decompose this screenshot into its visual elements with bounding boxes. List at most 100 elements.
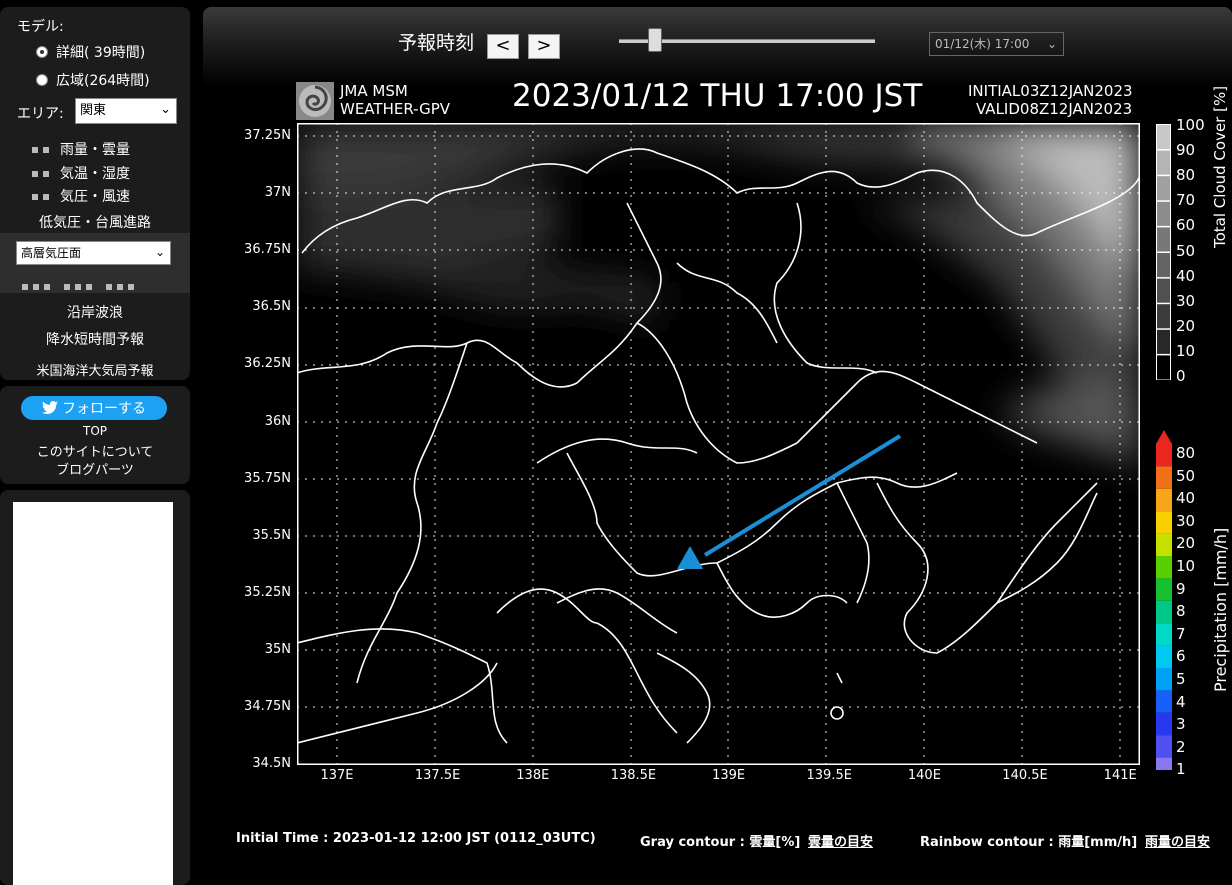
longitude-label: 141E: [1103, 768, 1137, 783]
area-label: エリア:: [17, 106, 64, 122]
precip-scale-step: [1156, 645, 1172, 668]
latitude-label: 36N: [264, 413, 291, 429]
cloud-scale-step: [1156, 149, 1171, 176]
cloud-scale-label: 90: [1176, 141, 1196, 160]
precip-scale-label: 8: [1176, 602, 1186, 621]
sidebar-panel: モデル: 詳細( 39時間) 広域(264時間) エリア: 関東 ⌄ 雨量・雲量…: [0, 7, 190, 380]
area-select[interactable]: 関東 ⌄: [75, 98, 177, 124]
chevron-down-icon: ⌄: [160, 102, 171, 117]
precip-scale-label: 40: [1176, 489, 1196, 508]
model-label: モデル:: [17, 19, 64, 35]
precip-scale-label: 5: [1176, 670, 1186, 688]
precip-scale-step: [1156, 578, 1172, 601]
precip-scale-label: 50: [1176, 466, 1196, 485]
precipitation-scale: [1156, 430, 1172, 770]
precip-scale-label: 20: [1176, 534, 1196, 553]
latitude-label: 36.25N: [244, 356, 291, 372]
latitude-label: 34.5N: [252, 756, 291, 772]
longitude-label: 140E: [907, 768, 941, 783]
cloud-scale-step: [1156, 226, 1171, 253]
valid-time-code: VALID08Z12JAN2023: [976, 100, 1133, 118]
link-short-precip[interactable]: 降水短時間予報: [0, 329, 190, 349]
cloud-scale-label: 50: [1176, 241, 1196, 260]
precip-scale-label: 3: [1176, 715, 1186, 734]
next-button[interactable]: >: [528, 34, 560, 59]
precip-scale-label: 4: [1176, 692, 1186, 711]
latitude-label: 36.5N: [252, 299, 291, 315]
link-blog-parts[interactable]: ブログパーツ: [0, 459, 190, 478]
precip-scale-step: [1156, 556, 1172, 579]
precip-scale-step: [1156, 488, 1172, 512]
model-radio-detail[interactable]: 詳細( 39時間): [36, 42, 145, 62]
rainbow-contour-legend: Rainbow contour : 雨量[mm/h]: [920, 835, 1138, 850]
radio-selected-icon[interactable]: [36, 46, 48, 58]
forecast-slider-handle[interactable]: [647, 28, 662, 52]
upper-level-select[interactable]: 高層気圧面 ⌄: [16, 241, 171, 265]
precip-scale-label: 7: [1176, 624, 1186, 643]
precip-scale-step: [1156, 735, 1172, 758]
map-datetime: 2023/01/12 THU 17:00 JST: [512, 78, 923, 114]
cloud-scale-label: 40: [1176, 266, 1196, 285]
menu-item-temp-humidity[interactable]: 気温・湿度: [32, 163, 130, 183]
cloud-scale-label: 60: [1176, 216, 1196, 235]
initial-time-footer: Initial Time : 2023-01-12 12:00 JST (011…: [236, 831, 596, 846]
radio-unselected-icon[interactable]: [36, 74, 48, 86]
precip-scale-step: [1156, 623, 1172, 646]
cloud-scale-step: [1156, 124, 1171, 151]
prev-button[interactable]: <: [487, 34, 519, 59]
follow-button[interactable]: フォローする: [21, 396, 167, 420]
time-select-value: 01/12(木) 17:00: [935, 37, 1030, 51]
jma-swirl-logo: [296, 82, 334, 120]
ad-area[interactable]: [13, 502, 173, 885]
chevron-down-icon: ⌄: [1046, 37, 1057, 51]
menu-item-label: 気圧・風速: [60, 189, 130, 205]
forecast-time-label: 予報時刻: [398, 32, 475, 54]
cloud-scale-label: 0: [1176, 367, 1186, 385]
menu-item-label: 雨量・雲量: [60, 142, 130, 158]
menu-item-pressure-wind[interactable]: 気圧・風速: [32, 186, 130, 206]
precip-scale-label: 9: [1176, 579, 1186, 598]
link-about[interactable]: このサイトについて: [0, 441, 190, 460]
bullet-icon: [32, 165, 54, 181]
latitude-label: 34.75N: [244, 699, 291, 714]
precip-scale-step: [1156, 757, 1172, 770]
menu-item-typhoon[interactable]: 低気圧・台風進路: [0, 212, 190, 232]
twitter-bird-icon: [42, 401, 58, 414]
longitude-label: 140.5E: [1002, 768, 1048, 783]
cloud-scale-label: 70: [1176, 191, 1196, 210]
cloud-scale-label: 10: [1176, 341, 1196, 360]
brand-line-2: WEATHER-GPV: [340, 100, 451, 118]
latitude-label: 37.25N: [244, 128, 291, 143]
model-radio-wide[interactable]: 広域(264時間): [36, 70, 150, 90]
brand-line-1: JMA MSM: [340, 82, 408, 100]
longitude-label: 138E: [516, 768, 550, 783]
cloud-guide-link[interactable]: 雲量の目安: [808, 831, 873, 850]
precip-scale-title: Precipitation [mm/h]: [1211, 527, 1230, 692]
link-top[interactable]: TOP: [0, 424, 190, 438]
pressure-level-dots[interactable]: [22, 275, 172, 290]
precip-scale-label: 30: [1176, 511, 1196, 530]
cloud-scale-step: [1156, 328, 1171, 355]
link-noaa[interactable]: 米国海洋大気局予報: [0, 360, 190, 379]
weather-map[interactable]: [297, 123, 1140, 765]
model-wide-label: 広域(264時間): [56, 73, 150, 89]
rain-guide-link[interactable]: 雨量の目安: [1145, 831, 1210, 850]
latitude-label: 35.5N: [252, 527, 291, 543]
longitude-label: 139.5E: [806, 768, 852, 783]
latitude-label: 35N: [264, 641, 291, 657]
upper-level-value: 高層気圧面: [21, 246, 82, 260]
latitude-label: 37N: [264, 185, 291, 201]
gray-contour-legend: Gray contour : 雲量[%]: [640, 835, 801, 850]
menu-item-rain-cloud[interactable]: 雨量・雲量: [32, 139, 130, 159]
cloud-scale-label: 20: [1176, 316, 1196, 335]
latitude-label: 35.25N: [244, 584, 291, 600]
follow-button-label: フォローする: [62, 401, 146, 417]
cloud-scale-label: 80: [1176, 166, 1196, 185]
cloud-scale-label: 100: [1176, 116, 1205, 134]
time-select[interactable]: 01/12(木) 17:00 ⌄: [929, 32, 1064, 56]
menu-item-label: 気温・湿度: [60, 166, 130, 182]
precip-scale-label: 6: [1176, 647, 1186, 666]
cloud-scale-step: [1156, 277, 1171, 304]
chevron-down-icon: ⌄: [154, 245, 165, 259]
link-coastal-waves[interactable]: 沿岸波浪: [0, 302, 190, 322]
